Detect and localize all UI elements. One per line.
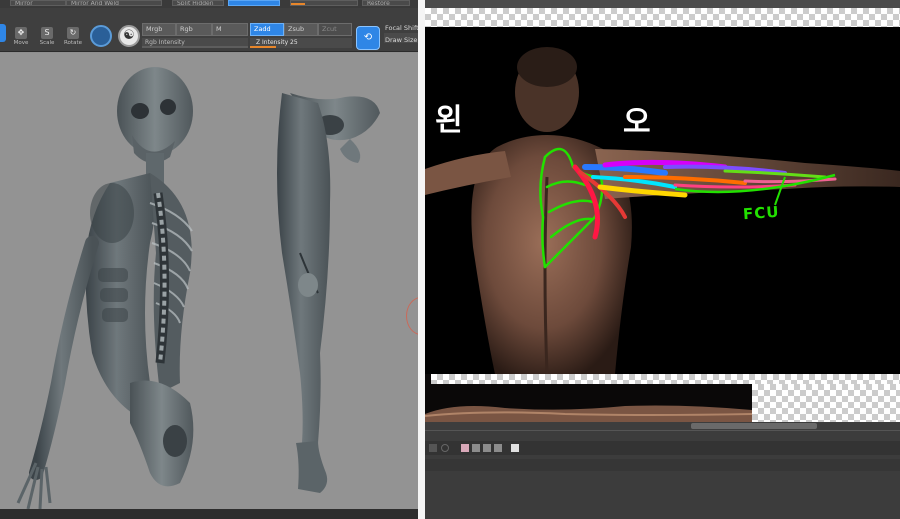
- scale-tool-button[interactable]: S Scale: [34, 27, 60, 51]
- timeline-controls: [425, 441, 900, 455]
- z-intensity-slider[interactable]: Z Intensity 25: [250, 38, 352, 48]
- move-tool-label: Move: [13, 40, 29, 46]
- left-side-annotation: 왼: [435, 103, 463, 138]
- tween-icon[interactable]: [472, 444, 480, 452]
- rgb-intensity-slider[interactable]: Rgb Intensity: [142, 38, 248, 48]
- window-divider: [418, 0, 425, 519]
- lazy-mouse-button[interactable]: ⟲: [356, 26, 380, 50]
- rotate-tool-button[interactable]: ↻ Rotate: [60, 27, 86, 51]
- editor-top-bar: [425, 0, 900, 8]
- sculpt-status-bar: [0, 509, 418, 519]
- transparent-area-bottom: [752, 384, 900, 422]
- top-button-strip: Mirror Mirror And Weld Split Hidden Rest…: [0, 0, 418, 8]
- rgb-button[interactable]: Rgb: [176, 23, 212, 36]
- horizontal-scrollbar[interactable]: [425, 422, 900, 430]
- torso-model: [16, 67, 194, 509]
- strip-slider[interactable]: [290, 0, 358, 6]
- z-intensity-label: Z Intensity 25: [256, 39, 298, 46]
- right-side-annotation: 오: [623, 105, 651, 140]
- fcu-label: FCU: [742, 202, 781, 224]
- delete-frame-icon[interactable]: [511, 444, 519, 452]
- settings-icon[interactable]: [494, 444, 502, 452]
- toolbar-left-edge-button[interactable]: [0, 24, 6, 42]
- transparent-area-top: [425, 8, 900, 27]
- draw-size-label: Draw Size: [385, 36, 418, 44]
- canvas-photo-layer-2[interactable]: [425, 384, 752, 422]
- duplicate-icon[interactable]: [483, 444, 491, 452]
- zsub-button[interactable]: Zsub: [284, 23, 318, 36]
- z-intensity-fill: [250, 46, 276, 48]
- scrollbar-thumb[interactable]: [691, 423, 817, 429]
- 3d-viewport[interactable]: [0, 53, 418, 509]
- m-button[interactable]: M: [212, 23, 248, 36]
- rgb-intensity-label: Rgb Intensity: [145, 39, 185, 46]
- timeline-track[interactable]: [425, 459, 900, 471]
- brush-sphere-button[interactable]: [90, 25, 112, 47]
- timeline-panel: [425, 430, 900, 519]
- mirror-and-weld-button[interactable]: Mirror And Weld: [66, 0, 162, 6]
- move-icon: ✥: [15, 27, 27, 39]
- back-photo-with-drawing: [425, 47, 900, 374]
- rotate-tool-label: Rotate: [63, 40, 82, 46]
- arm-photo-strip: [425, 405, 752, 422]
- image-editor-window: 왼 오 FCU: [425, 0, 900, 519]
- canvas-photo-layer[interactable]: 왼 오 FCU: [425, 27, 900, 374]
- split-hidden-button[interactable]: Split Hidden: [172, 0, 224, 6]
- rotate-icon: ↻: [67, 27, 79, 39]
- zadd-button[interactable]: Zadd: [250, 23, 284, 36]
- focal-shift-label: Focal Shift: [385, 24, 418, 32]
- loop-icon[interactable]: [441, 444, 449, 452]
- scale-tool-label: Scale: [39, 40, 55, 46]
- mirror-button[interactable]: Mirror: [10, 0, 66, 6]
- first-frame-icon[interactable]: [429, 444, 437, 452]
- mrgb-button[interactable]: Mrgb: [142, 23, 176, 36]
- sculpt-toolbar: ✥ Move S Scale ↻ Rotate ☯ Mrgb Rgb M Zad…: [0, 8, 418, 52]
- active-strip-button[interactable]: [228, 0, 280, 6]
- transparent-area-middle: [431, 374, 900, 384]
- move-tool-button[interactable]: ✥ Move: [8, 27, 34, 51]
- zcut-button[interactable]: Zcut: [318, 23, 352, 36]
- scale-icon: S: [41, 27, 53, 39]
- sculpt-app-window: Mirror Mirror And Weld Split Hidden Rest…: [0, 0, 418, 519]
- stroke-type-button[interactable]: ☯: [118, 25, 140, 47]
- anatomy-models: [16, 67, 380, 509]
- new-frame-icon[interactable]: [461, 444, 469, 452]
- restore-button[interactable]: Restore: [362, 0, 410, 6]
- leg-model: [277, 93, 380, 493]
